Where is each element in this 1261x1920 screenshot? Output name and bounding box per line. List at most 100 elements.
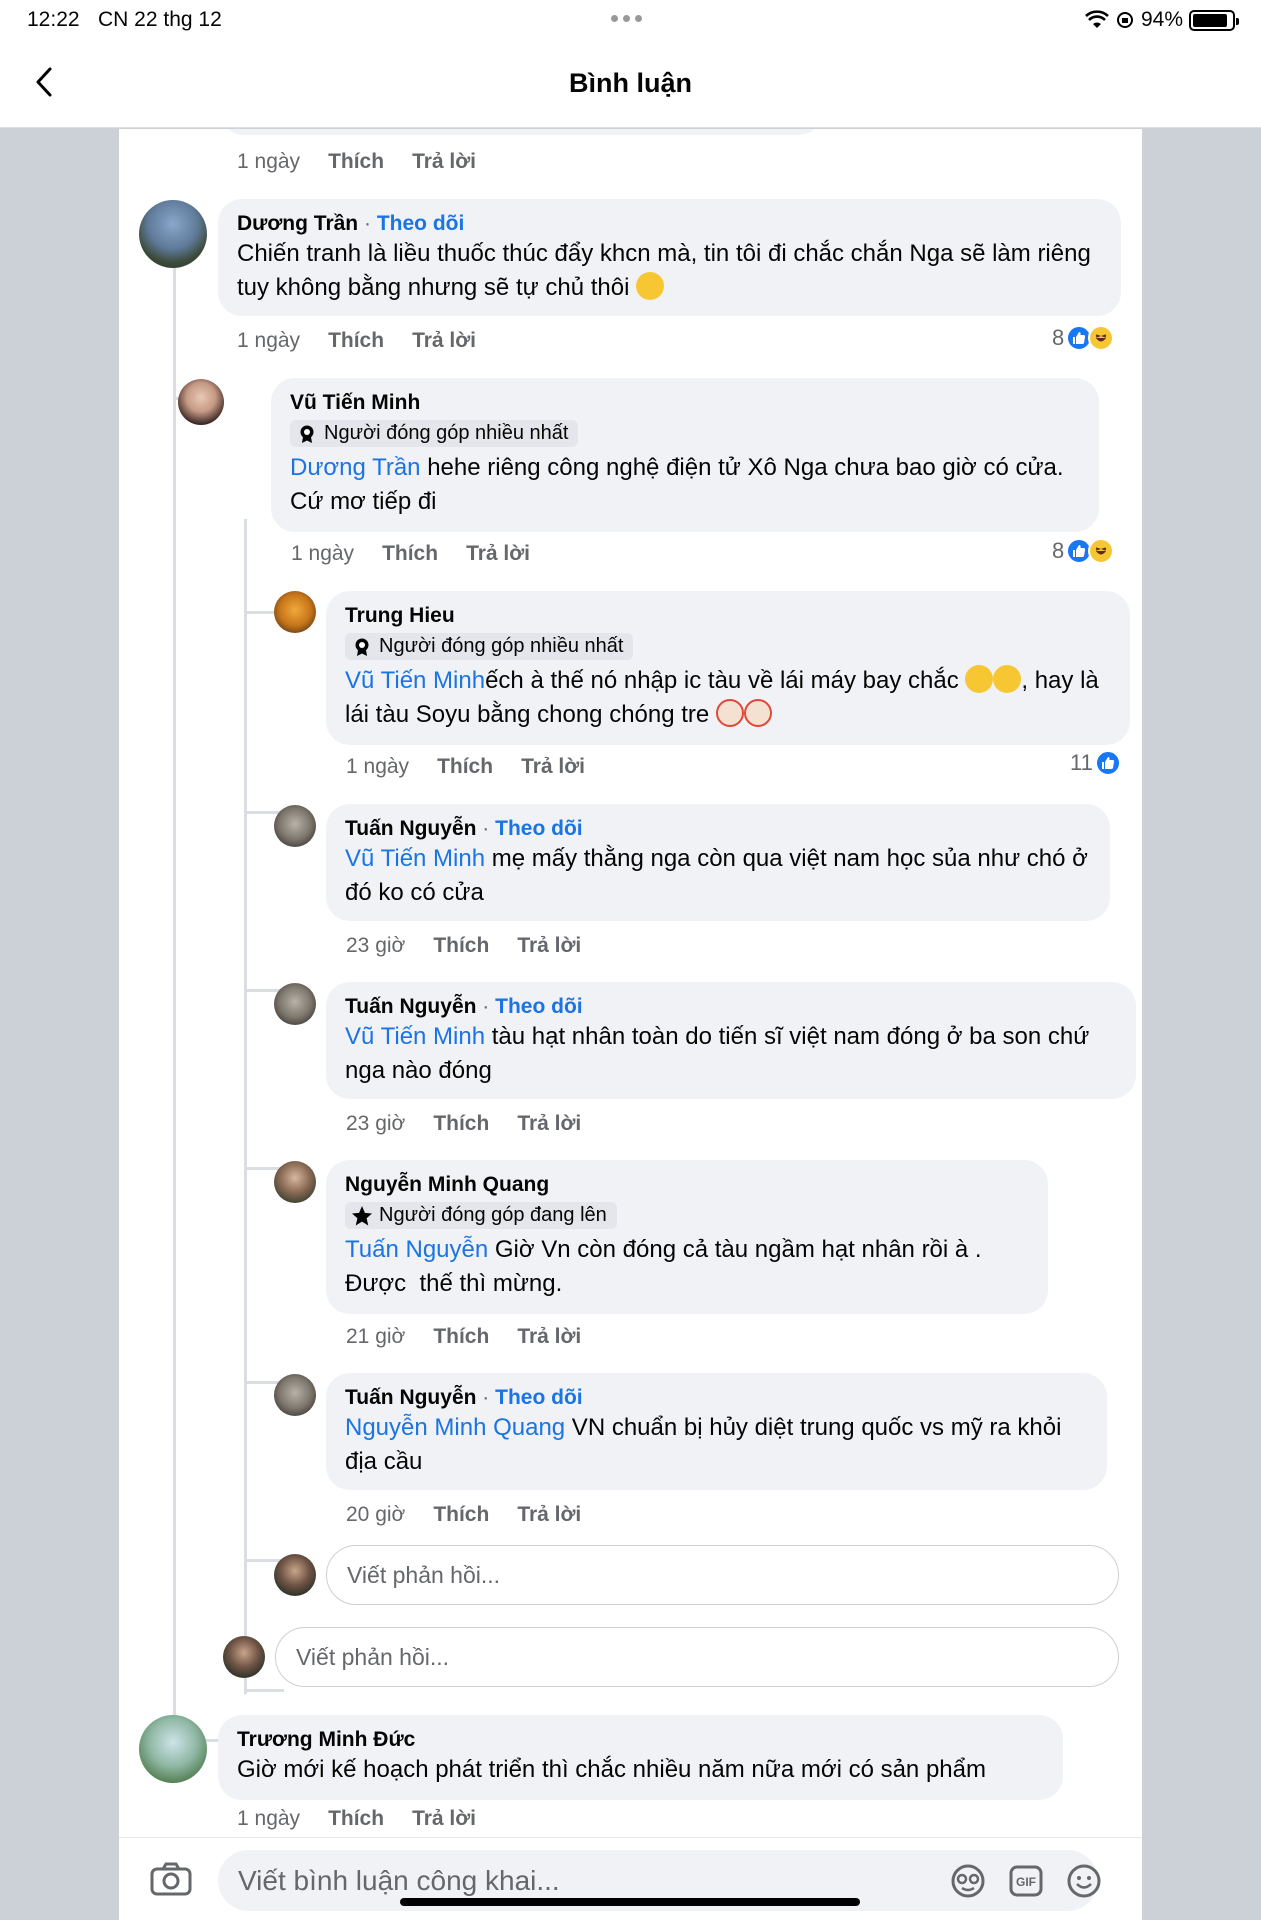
follow-link[interactable]: Theo dõi xyxy=(495,817,583,840)
reaction-count: 8 xyxy=(1052,538,1065,563)
comment-time: 1 ngày xyxy=(291,542,355,565)
reply-button[interactable]: Trả lời xyxy=(466,542,530,566)
avatar xyxy=(274,1554,316,1596)
reply-input[interactable]: Viết phản hồi... xyxy=(275,1627,1119,1687)
mention-link[interactable]: Dương Trần xyxy=(290,454,421,481)
award-ribbon-icon xyxy=(296,423,318,445)
comment-time: 1 ngày xyxy=(237,1807,301,1830)
like-button[interactable]: Thích xyxy=(433,1503,489,1527)
comment-time: 1 ngày xyxy=(237,150,301,173)
mention-link[interactable]: Vũ Tiến Minh xyxy=(345,667,485,694)
reaction-summary[interactable]: 8 xyxy=(1052,325,1115,351)
reply-button[interactable]: Trả lời xyxy=(517,1503,581,1527)
contributor-badge: Người đóng góp nhiều nhất xyxy=(290,420,579,447)
mention-link[interactable]: Nguyễn Minh Quang xyxy=(345,1414,565,1441)
nav-bar: Bình luận xyxy=(0,40,1261,128)
avatar[interactable] xyxy=(274,1161,316,1203)
lock-rotation-icon xyxy=(1116,12,1133,28)
mention-link[interactable]: Vũ Tiến Minh xyxy=(345,1023,485,1050)
tears-of-joy-emoji-icon xyxy=(965,665,994,693)
author-name[interactable]: Vũ Tiến Minh xyxy=(290,391,420,414)
comment-actions: 23 giờ Thích Trả lời xyxy=(346,1112,581,1136)
like-button[interactable]: Thích xyxy=(328,329,384,353)
comment-bubble: Trương Minh Đức Giờ mới kế hoạch phát tr… xyxy=(218,1715,1063,1800)
like-button[interactable]: Thích xyxy=(437,755,493,779)
author-name[interactable]: Trương Minh Đức xyxy=(237,1728,415,1751)
star-icon xyxy=(351,1205,373,1227)
clown-face-emoji-icon xyxy=(715,699,744,727)
mention-link[interactable]: Tuấn Nguyễn xyxy=(345,1236,488,1263)
status-time: 12:22 xyxy=(27,8,80,31)
author-name[interactable]: Tuấn Nguyễn xyxy=(345,817,476,840)
emoji-icon[interactable] xyxy=(1066,1863,1102,1899)
reply-button[interactable]: Trả lời xyxy=(517,934,581,958)
haha-reaction-icon xyxy=(1088,325,1115,351)
follow-link[interactable]: Theo dõi xyxy=(495,995,583,1018)
like-button[interactable]: Thích xyxy=(433,934,489,958)
reply-button[interactable]: Trả lời xyxy=(517,1325,581,1349)
comment-time: 20 giờ xyxy=(346,1503,406,1526)
multitasking-dots-icon[interactable] xyxy=(611,15,642,22)
reply-button[interactable]: Trả lời xyxy=(521,755,585,779)
avatar xyxy=(223,1636,265,1678)
reply-button[interactable]: Trả lời xyxy=(412,1807,476,1831)
reply-input-placeholder: Viết phản hồi... xyxy=(296,1643,450,1670)
comment-time: 23 giờ xyxy=(346,934,406,957)
comment-composer: Viết bình luận công khai... GIF xyxy=(119,1837,1142,1920)
comment-text: Giờ mới kế hoạch phát triển thì chắc nhi… xyxy=(237,1756,986,1783)
home-indicator[interactable] xyxy=(400,1898,860,1906)
avatar[interactable] xyxy=(178,379,224,425)
comment-bubble: Trung Hieu Người đóng góp nhiều nhất Vũ … xyxy=(326,591,1130,745)
battery-icon xyxy=(1189,9,1239,31)
thread-line xyxy=(244,519,247,1694)
follow-link[interactable]: Theo dõi xyxy=(495,1386,583,1409)
gif-icon[interactable]: GIF xyxy=(1008,1863,1044,1899)
comment-actions: 1 ngày Thích Trả lời xyxy=(237,150,476,174)
comment-time: 1 ngày xyxy=(237,329,301,352)
camera-button[interactable] xyxy=(150,1862,192,1901)
like-button[interactable]: Thích xyxy=(433,1112,489,1136)
avatar[interactable] xyxy=(274,1374,316,1416)
comment-actions: 20 giờ Thích Trả lời xyxy=(346,1503,581,1527)
author-name[interactable]: Dương Trần xyxy=(237,212,358,235)
comment-actions: 1 ngày Thích Trả lời xyxy=(291,542,530,566)
like-button[interactable]: Thích xyxy=(433,1325,489,1349)
author-name[interactable]: Tuấn Nguyễn xyxy=(345,1386,476,1409)
avatar[interactable] xyxy=(178,308,213,343)
comments-panel[interactable]: 1 ngày Thích Trả lời Dương Trần · Theo d… xyxy=(119,129,1142,1920)
camera-icon xyxy=(150,1862,192,1896)
comment-text: Chiến tranh là liều thuốc thúc đẩy khcn … xyxy=(237,240,1091,301)
reaction-summary[interactable]: 8 xyxy=(1052,538,1115,564)
avatar[interactable] xyxy=(274,591,316,633)
comment-actions: 21 giờ Thích Trả lời xyxy=(346,1325,581,1349)
avatar[interactable] xyxy=(274,805,316,847)
like-button[interactable]: Thích xyxy=(328,1807,384,1831)
avatar-sticker-icon[interactable] xyxy=(950,1863,986,1899)
avatar[interactable] xyxy=(139,200,207,268)
author-name[interactable]: Trung Hieu xyxy=(345,604,455,627)
author-name[interactable]: Nguyễn Minh Quang xyxy=(345,1173,549,1196)
reply-button[interactable]: Trả lời xyxy=(412,329,476,353)
battery-percent: 94% xyxy=(1140,8,1183,31)
avatar[interactable] xyxy=(139,1715,207,1783)
comment-actions: 23 giờ Thích Trả lời xyxy=(346,934,581,958)
comment-text: ếch à thế nó nhập ic tàu về lái máy bay … xyxy=(485,667,959,694)
reply-button[interactable]: Trả lời xyxy=(517,1112,581,1136)
reaction-count: 11 xyxy=(1070,750,1093,775)
reply-button[interactable]: Trả lời xyxy=(412,150,476,174)
comment-bubble: Tuấn Nguyễn · Theo dõi Vũ Tiến Minh tàu … xyxy=(326,982,1136,1099)
like-reaction-icon xyxy=(1094,750,1121,776)
like-button[interactable]: Thích xyxy=(382,542,438,566)
author-name[interactable]: Tuấn Nguyễn xyxy=(345,995,476,1018)
comment-time: 21 giờ xyxy=(346,1325,406,1348)
reaction-count: 8 xyxy=(1052,325,1065,350)
follow-link[interactable]: Theo dõi xyxy=(377,212,465,235)
haha-reaction-icon xyxy=(1088,538,1115,564)
like-button[interactable]: Thích xyxy=(328,150,384,174)
comment-bubble: Tuấn Nguyễn · Theo dõi Vũ Tiến Minh mẹ m… xyxy=(326,804,1110,921)
svg-text:GIF: GIF xyxy=(1016,1875,1036,1889)
mention-link[interactable]: Vũ Tiến Minh xyxy=(345,845,485,872)
reaction-summary[interactable]: 11 xyxy=(1070,750,1121,776)
reply-input[interactable]: Viết phản hồi... xyxy=(326,1545,1119,1605)
avatar[interactable] xyxy=(274,983,316,1025)
